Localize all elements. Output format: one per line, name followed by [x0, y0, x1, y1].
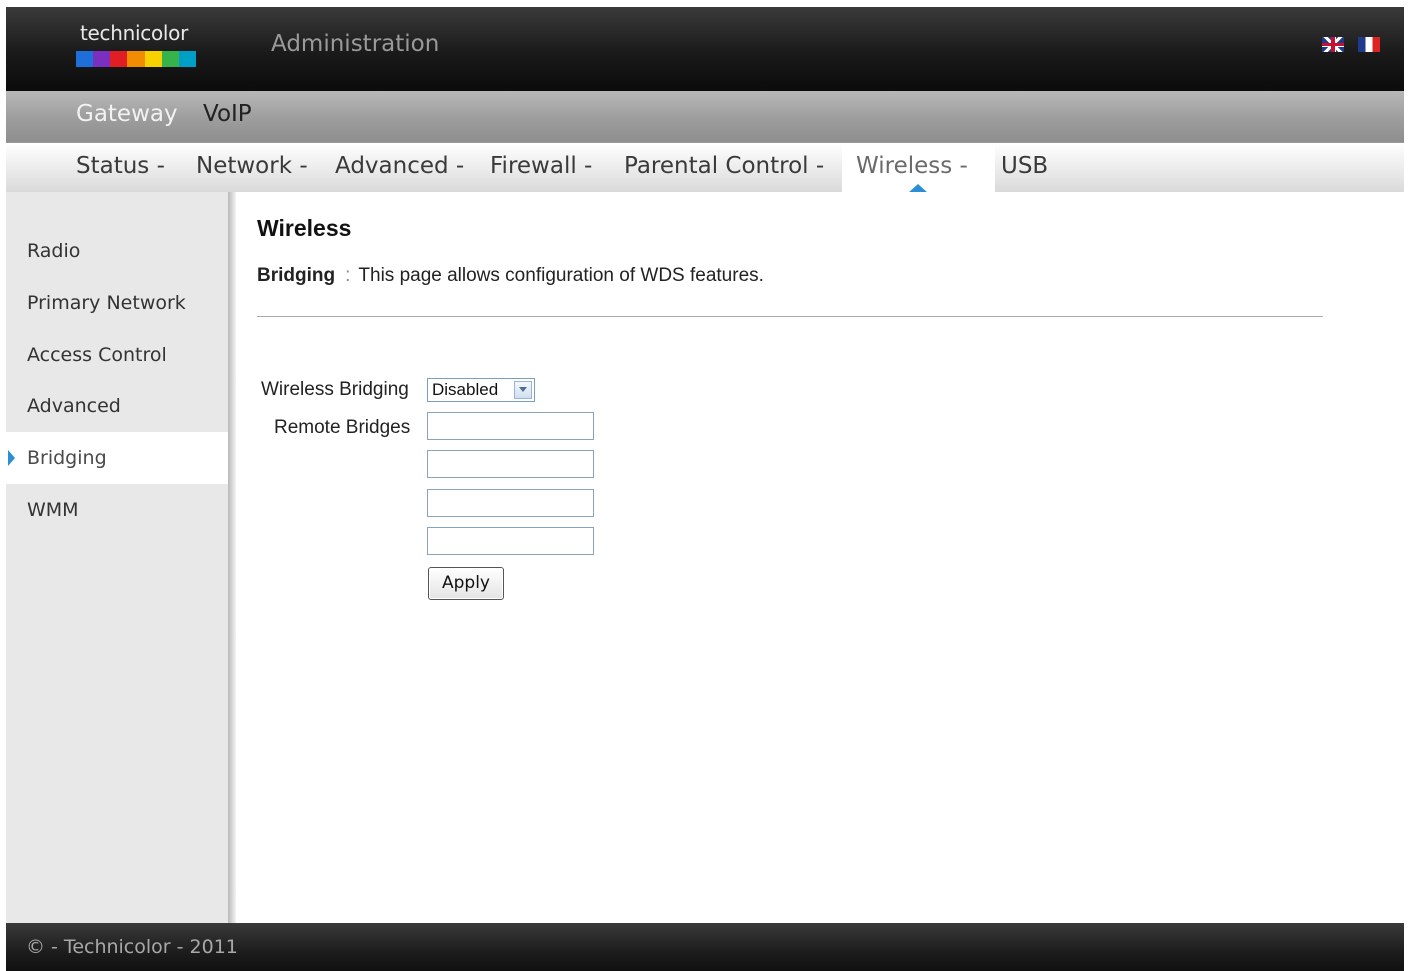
sidebar-item-access-control[interactable]: Access Control: [6, 329, 228, 381]
remote-bridges-label: Remote Bridges: [274, 417, 411, 438]
wireless-bridging-label: Wireless Bridging: [261, 379, 409, 400]
language-switcher: [1322, 37, 1380, 52]
product-tab-voip[interactable]: VoIP: [203, 101, 252, 127]
footer: © - Technicolor - 2011: [6, 923, 1404, 971]
fr-flag-icon[interactable]: [1358, 37, 1380, 52]
menu-item-advanced[interactable]: Advanced -: [335, 153, 464, 179]
description-label: Bridging: [257, 265, 336, 286]
description-text: This page allows configuration of WDS fe…: [358, 265, 764, 286]
remote-bridge-input-4[interactable]: [427, 527, 594, 555]
apply-button[interactable]: Apply: [428, 567, 504, 600]
logo-stripe: [76, 51, 94, 67]
product-nav: Gateway VoIP: [6, 91, 1404, 142]
remote-bridge-input-1[interactable]: [427, 412, 594, 440]
logo-color-bar: [76, 51, 196, 67]
logo-stripe: [93, 51, 111, 67]
logo-stripe: [178, 51, 196, 67]
divider: [257, 316, 1323, 317]
wireless-bridging-select[interactable]: Disabled: [427, 378, 535, 402]
logo-stripe: [144, 51, 162, 67]
header: technicolor Administration: [6, 7, 1404, 91]
logo-stripe: [127, 51, 145, 67]
wireless-bridging-value: Disabled: [432, 380, 499, 399]
sidebar-item-bridging[interactable]: Bridging: [6, 432, 228, 484]
remote-bridge-input-3[interactable]: [427, 489, 594, 517]
chevron-down-icon[interactable]: [514, 381, 532, 399]
app-frame: technicolor Administration Gateway VoIP …: [6, 7, 1404, 971]
sidebar-item-label: Advanced: [27, 395, 121, 417]
logo-stripe: [161, 51, 179, 67]
menu-item-parental-control[interactable]: Parental Control -: [624, 153, 824, 179]
menu-item-status[interactable]: Status -: [76, 153, 165, 179]
description-separator: :: [345, 265, 351, 286]
menu-item-firewall[interactable]: Firewall -: [490, 153, 592, 179]
menu-item-wireless[interactable]: Wireless -: [856, 153, 968, 179]
product-tab-gateway[interactable]: Gateway: [76, 101, 178, 127]
uk-flag-icon[interactable]: [1322, 37, 1344, 52]
sidebar-item-label: Primary Network: [27, 292, 186, 314]
logo-stripe: [110, 51, 128, 67]
page-description: Bridging: This page allows configuration …: [257, 265, 764, 287]
sidebar-item-label: Access Control: [27, 344, 167, 366]
sidebar-shadow: [228, 192, 236, 923]
sidebar-item-label: Bridging: [27, 447, 107, 469]
technicolor-logo[interactable]: technicolor: [76, 21, 196, 69]
page-header-title: Administration: [271, 31, 440, 57]
main-content: Wireless Bridging: This page allows confi…: [236, 192, 1404, 923]
sidebar-item-advanced[interactable]: Advanced: [6, 380, 228, 432]
sidebar-item-label: WMM: [27, 499, 79, 521]
page-title: Wireless: [257, 215, 352, 241]
sidebar-item-label: Radio: [27, 240, 81, 262]
sidebar-item-radio[interactable]: Radio: [6, 225, 228, 277]
main-menu: Status - Network - Advanced - Firewall -…: [6, 142, 1404, 193]
remote-bridge-input-2[interactable]: [427, 450, 594, 478]
logo-text: technicolor: [80, 21, 188, 45]
sidebar: Radio Primary Network Access Control Adv…: [6, 192, 228, 923]
sidebar-item-primary-network[interactable]: Primary Network: [6, 277, 228, 329]
menu-item-usb[interactable]: USB: [1001, 153, 1048, 179]
footer-copyright: © - Technicolor - 2011: [26, 936, 238, 958]
menu-item-network[interactable]: Network -: [196, 153, 308, 179]
active-arrow-icon: [8, 450, 15, 466]
sidebar-item-wmm[interactable]: WMM: [6, 484, 228, 536]
